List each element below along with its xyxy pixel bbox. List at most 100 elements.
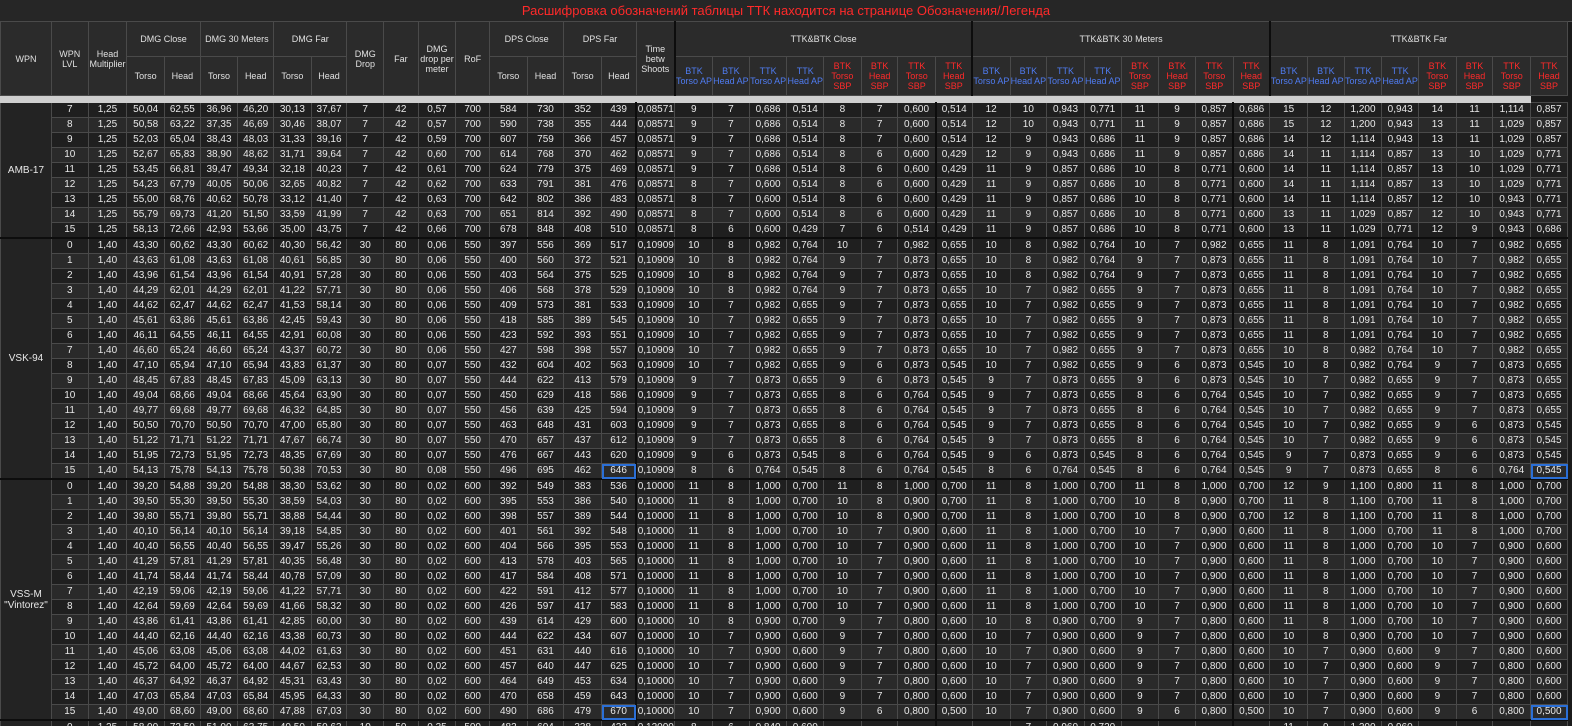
table-cell[interactable] [860, 719, 899, 726]
table-cell[interactable]: 7 [860, 298, 899, 314]
table-cell[interactable]: 32,65 [273, 177, 312, 193]
table-cell[interactable]: 7 [712, 298, 750, 314]
table-cell[interactable]: 38,90 [199, 147, 239, 163]
table-cell[interactable]: 44,40 [126, 629, 165, 645]
table-cell[interactable]: 529 [601, 283, 637, 299]
table-cell[interactable]: 0,982 [1046, 358, 1085, 374]
table-cell[interactable]: 30 [346, 674, 385, 690]
table-cell[interactable]: 0,655 [1530, 373, 1568, 389]
table-cell[interactable]: 0,655 [1381, 433, 1420, 449]
table-cell[interactable]: 1,40 [87, 268, 128, 284]
table-cell[interactable]: 11 [1269, 283, 1308, 299]
table-cell[interactable]: 12 [1418, 192, 1457, 208]
table-cell[interactable]: 550 [455, 418, 490, 434]
table-cell[interactable]: 7 [1306, 418, 1345, 434]
table-cell[interactable]: 393 [563, 328, 603, 344]
table-cell[interactable]: 550 [455, 358, 490, 374]
table-cell[interactable]: 0,514 [786, 162, 825, 178]
table-cell[interactable]: 30 [346, 689, 385, 705]
subheader-dmg-30-torso[interactable]: Torso [199, 56, 239, 96]
table-cell[interactable]: 0,655 [934, 268, 973, 284]
table-cell[interactable]: 1,000 [1343, 569, 1383, 585]
table-cell[interactable]: 464 [488, 674, 528, 690]
table-cell[interactable]: 1,40 [87, 478, 128, 495]
table-cell[interactable]: 6 [1455, 463, 1494, 480]
table-cell[interactable]: 9 [1306, 719, 1345, 726]
table-cell[interactable]: 0,600 [1530, 554, 1568, 570]
table-cell[interactable]: 8 [1158, 207, 1196, 223]
table-cell[interactable]: 39,47 [273, 539, 312, 555]
table-cell[interactable]: 55,71 [237, 509, 275, 525]
table-cell[interactable]: 44,62 [199, 298, 239, 314]
table-cell[interactable]: 700 [455, 162, 490, 178]
table-cell[interactable]: 13 [1418, 132, 1457, 148]
table-cell[interactable]: 0,10909 [635, 433, 676, 449]
table-cell[interactable]: 10 [971, 268, 1011, 284]
table-cell[interactable]: 0,600 [1232, 659, 1271, 675]
table-cell[interactable]: 3 [50, 524, 89, 540]
table-cell[interactable]: 0,873 [1492, 388, 1532, 404]
table-cell[interactable]: 0,800 [897, 674, 937, 690]
table-cell[interactable]: 0,900 [897, 599, 937, 615]
table-cell[interactable]: 0,771 [1530, 162, 1568, 178]
table-cell[interactable]: 0,655 [1083, 418, 1122, 434]
table-cell[interactable]: 0 [50, 719, 89, 726]
table-cell[interactable]: 0,655 [1530, 403, 1568, 419]
subheader-dps-close-torso[interactable]: Torso [488, 56, 528, 96]
table-cell[interactable]: 60,72 [310, 343, 348, 359]
table-cell[interactable]: 0,10000 [635, 644, 676, 660]
table-cell[interactable]: 41,29 [126, 554, 165, 570]
table-cell[interactable]: 10 [1120, 554, 1160, 570]
table-cell[interactable]: 8 [1009, 268, 1048, 284]
table-cell[interactable]: 0,655 [1530, 328, 1568, 344]
table-cell[interactable]: 1,000 [1343, 539, 1383, 555]
table-cell[interactable]: 0,600 [1232, 554, 1271, 570]
table-cell[interactable]: 53,45 [126, 162, 165, 178]
table-cell[interactable]: 48,45 [126, 373, 165, 389]
table-cell[interactable]: 0,764 [897, 388, 937, 404]
table-cell[interactable]: 437 [563, 433, 603, 449]
table-cell[interactable]: 0,982 [1343, 388, 1383, 404]
table-cell[interactable]: 0,686 [748, 117, 788, 133]
table-cell[interactable]: 0,700 [786, 584, 825, 600]
table-cell[interactable]: 7 [712, 147, 750, 163]
table-cell[interactable]: 646 [601, 463, 637, 480]
table-cell[interactable]: 4 [50, 298, 89, 314]
table-cell[interactable]: 0,943 [1046, 102, 1085, 118]
table-cell[interactable]: 0,982 [1343, 418, 1383, 434]
table-cell[interactable]: 1,091 [1343, 253, 1383, 269]
table-cell[interactable]: 10 [823, 509, 862, 525]
table-cell[interactable]: 550 [455, 343, 490, 359]
table-cell[interactable]: 434 [563, 629, 603, 645]
subheader-far-btk-head-ap[interactable]: BTK Head AP [1306, 56, 1345, 96]
header-dmg-30[interactable]: DMG 30 Meters [199, 21, 275, 57]
table-cell[interactable]: 14 [50, 207, 89, 223]
table-cell[interactable]: 0,429 [934, 177, 973, 193]
table-cell[interactable]: 0,771 [1194, 192, 1234, 208]
header-head-multiplier[interactable]: Head Multiplier [87, 21, 128, 96]
table-cell[interactable]: 0,764 [897, 463, 937, 480]
table-cell[interactable]: 0,982 [748, 298, 788, 314]
table-cell[interactable]: 14 [50, 448, 89, 464]
table-cell[interactable]: 10 [1269, 644, 1308, 660]
table-cell[interactable]: 573 [526, 298, 565, 314]
subheader-close-ttk-head-sbp[interactable]: TTK Head SBP [935, 56, 973, 96]
table-cell[interactable]: 0,982 [748, 283, 788, 299]
table-cell[interactable]: 9 [674, 132, 714, 148]
table-cell[interactable]: 11 [1306, 177, 1345, 193]
table-cell[interactable]: 7 [346, 177, 385, 193]
table-cell[interactable]: 10 [1455, 177, 1494, 193]
table-cell[interactable]: 426 [488, 599, 528, 615]
table-cell[interactable]: 0,873 [897, 358, 937, 374]
table-cell[interactable]: 58,14 [310, 298, 348, 314]
table-cell[interactable]: 7 [1009, 358, 1048, 374]
table-cell[interactable]: 1,000 [1046, 539, 1085, 555]
table-cell[interactable]: 578 [526, 554, 565, 570]
weapon-name-partial[interactable] [0, 719, 52, 726]
table-cell[interactable]: 9 [823, 674, 862, 690]
table-cell[interactable]: 9 [971, 433, 1011, 449]
table-cell[interactable]: 8 [712, 253, 750, 269]
table-cell[interactable]: 10 [1418, 584, 1457, 600]
table-cell[interactable]: 0,429 [934, 207, 973, 223]
table-cell[interactable]: 0,500 [934, 704, 973, 721]
